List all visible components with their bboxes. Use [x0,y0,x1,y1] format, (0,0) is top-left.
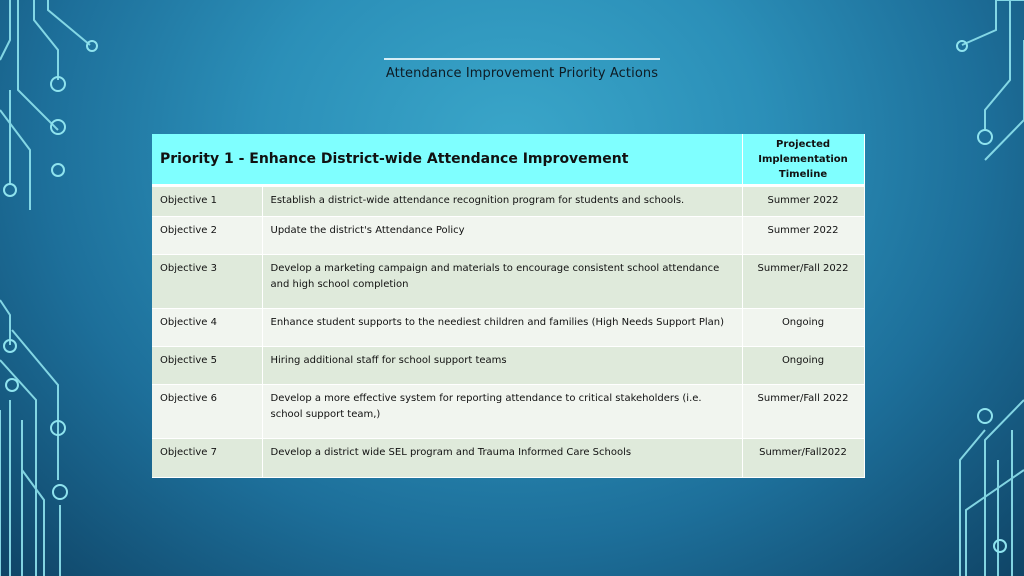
timeline-cell: Summer 2022 [742,216,865,255]
objective-cell: Objective 2 [152,216,263,255]
priority-heading: Priority 1 - Enhance District-wide Atten… [152,134,743,187]
priority-table: Priority 1 - Enhance District-wide Atten… [152,134,865,478]
table-row: Objective 4 Enhance student supports to … [152,308,865,347]
action-cell: Develop a more effective system for repo… [262,384,743,439]
timeline-cell: Summer/Fall 2022 [742,254,865,309]
table-row: Objective 7 Develop a district wide SEL … [152,438,865,478]
table-header-row: Priority 1 - Enhance District-wide Atten… [152,134,865,187]
title-rule [384,58,660,60]
objective-cell: Objective 4 [152,308,263,347]
timeline-cell: Summer/Fall2022 [742,438,865,478]
objective-cell: Objective 3 [152,254,263,309]
objective-cell: Objective 6 [152,384,263,439]
slide-title: Attendance Improvement Priority Actions [385,66,659,81]
timeline-cell: Summer/Fall 2022 [742,384,865,439]
table-row: Objective 5 Hiring additional staff for … [152,346,865,385]
action-cell: Enhance student supports to the neediest… [262,308,743,347]
objective-cell: Objective 5 [152,346,263,385]
objective-cell: Objective 7 [152,438,263,478]
timeline-heading: Projected Implementation Timeline [742,134,865,187]
timeline-cell: Ongoing [742,308,865,347]
objective-cell: Objective 1 [152,185,263,217]
action-cell: Develop a district wide SEL program and … [262,438,743,478]
action-cell: Develop a marketing campaign and materia… [262,254,743,309]
table-row: Objective 6 Develop a more effective sys… [152,384,865,439]
action-cell: Hiring additional staff for school suppo… [262,346,743,385]
table-row: Objective 1 Establish a district-wide at… [152,185,865,217]
timeline-cell: Ongoing [742,346,865,385]
action-cell: Update the district's Attendance Policy [262,216,743,255]
table-row: Objective 3 Develop a marketing campaign… [152,254,865,309]
action-cell: Establish a district-wide attendance rec… [262,185,743,217]
timeline-cell: Summer 2022 [742,185,865,217]
table-row: Objective 2 Update the district's Attend… [152,216,865,255]
